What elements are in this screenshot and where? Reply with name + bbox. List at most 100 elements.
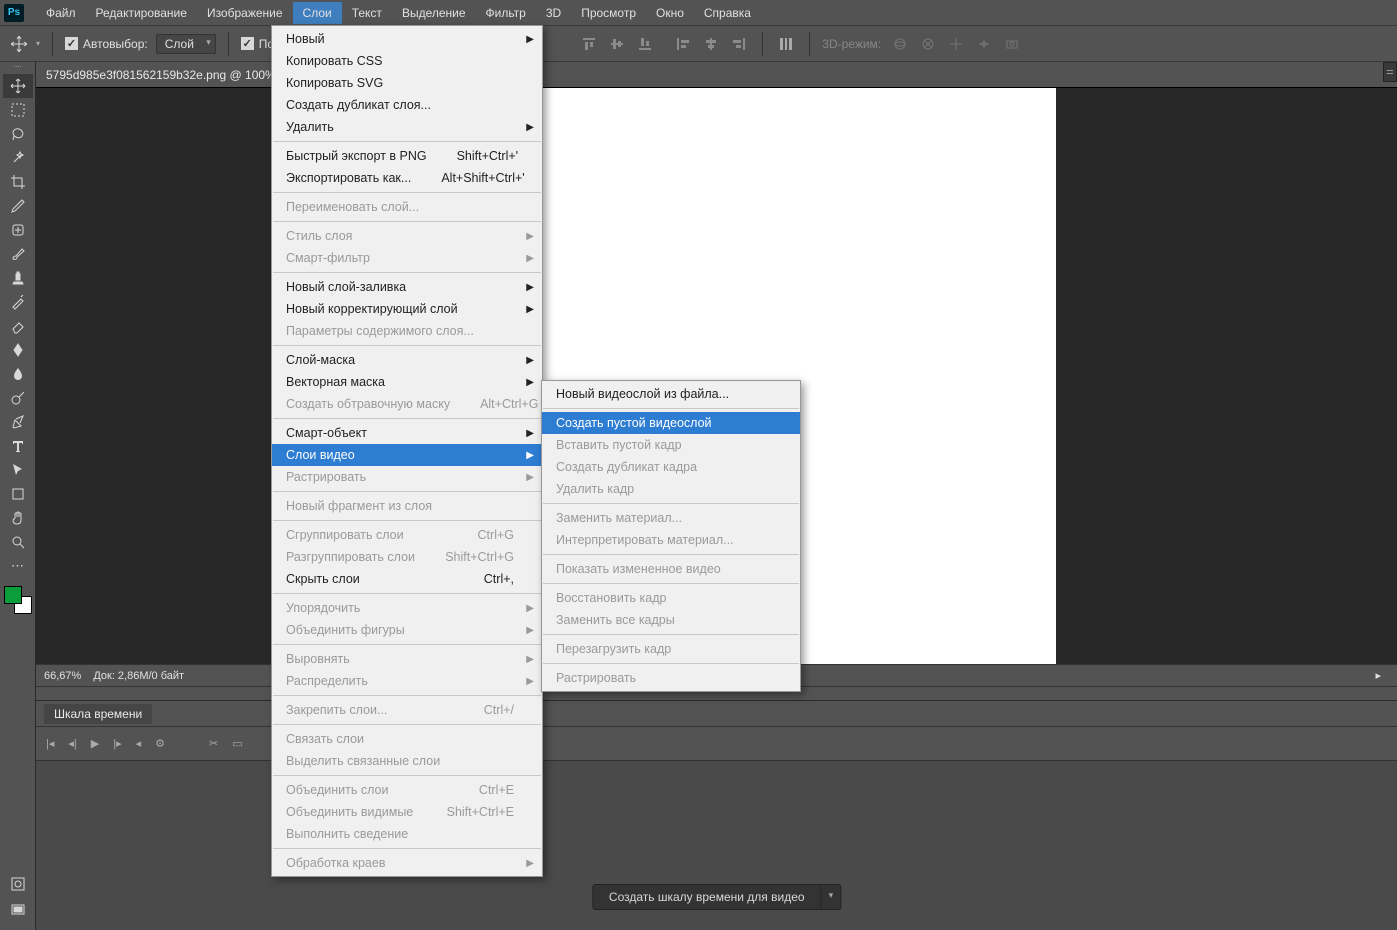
menu-просмотр[interactable]: Просмотр [571,2,646,24]
separator [52,32,53,56]
menu-item[interactable]: Быстрый экспорт в PNGShift+Ctrl+' [272,145,542,167]
marquee-tool[interactable] [3,98,33,122]
submenu-arrow-icon: ▶ [526,122,534,133]
menu-изображение[interactable]: Изображение [197,2,293,24]
menu-item[interactable]: Новый видеослой из файла... [542,383,800,405]
move-tool-icon[interactable] [8,33,30,55]
menu-item[interactable]: Удалить▶ [272,116,542,138]
transition-icon[interactable]: ▭ [232,737,242,750]
menu-редактирование[interactable]: Редактирование [86,2,197,24]
document-tab[interactable]: 5795d985e3f081562159b32e.png @ 100% (R [36,62,1397,88]
menu-item[interactable]: Новый корректирующий слой▶ [272,298,542,320]
menu-item[interactable]: Слои видео▶ [272,444,542,466]
crop-tool[interactable] [3,170,33,194]
path-select-tool[interactable] [3,458,33,482]
menu-item[interactable]: Слой-маска▶ [272,349,542,371]
type-tool[interactable] [3,434,33,458]
play-icon[interactable]: ▶ [91,737,99,750]
menu-item[interactable]: Смарт-объект▶ [272,422,542,444]
menu-item[interactable]: Создать дубликат слоя... [272,94,542,116]
autoselect-dropdown[interactable]: Слой [156,34,216,54]
menu-item[interactable]: Новый слой-заливка▶ [272,276,542,298]
timeline-tab[interactable]: Шкала времени [44,704,152,724]
threed-orbit-icon[interactable] [889,33,911,55]
app-logo: Ps [4,4,24,22]
screenmode-tool[interactable] [3,898,33,922]
autoselect-checkbox[interactable]: ✓ [65,37,78,50]
align-left-icon[interactable] [672,33,694,55]
align-bottom-icon[interactable] [634,33,656,55]
right-dock-collapsed[interactable] [1383,62,1397,82]
align-top-icon[interactable] [578,33,600,55]
menu-item[interactable]: Копировать CSS [272,50,542,72]
menu-файл[interactable]: Файл [36,2,86,24]
edit-toolbar-icon[interactable]: ⋯ [3,554,33,578]
color-swatches[interactable] [4,586,32,614]
panel-grip-icon[interactable] [0,66,35,72]
eyedropper-tool[interactable] [3,194,33,218]
pen-tool[interactable] [3,410,33,434]
timeline-options-icon[interactable]: ⚙ [155,737,165,750]
gradient-tool[interactable] [3,338,33,362]
blur-tool[interactable] [3,362,33,386]
quickmask-tool[interactable] [3,872,33,896]
menu-item[interactable]: Скрыть слоиCtrl+, [272,568,542,590]
create-video-timeline-chevron-icon[interactable]: ▾ [822,884,842,910]
goto-first-frame-icon[interactable]: |◂ [46,737,54,750]
menu-item[interactable]: Копировать SVG [272,72,542,94]
menu-item-label: Скрыть слои [286,572,360,586]
menu-item[interactable]: Новый▶ [272,28,542,50]
hand-tool[interactable] [3,506,33,530]
brush-tool[interactable] [3,242,33,266]
foreground-color-swatch[interactable] [4,586,22,604]
create-video-timeline-button[interactable]: Создать шкалу времени для видео [592,884,822,910]
tools-panel: ⋯ [0,62,36,930]
menu-3d[interactable]: 3D [536,2,571,24]
lasso-tool[interactable] [3,122,33,146]
timeline-track-area[interactable]: Создать шкалу времени для видео ▾ [36,761,1397,930]
mute-icon[interactable]: ◂ [136,737,142,750]
menu-фильтр[interactable]: Фильтр [476,2,536,24]
menu-item[interactable]: Экспортировать как...Alt+Shift+Ctrl+' [272,167,542,189]
menu-item-label: Упорядочить [286,601,360,615]
clone-stamp-tool[interactable] [3,266,33,290]
threed-zoom-icon[interactable] [1001,33,1023,55]
next-frame-icon[interactable]: |▸ [113,737,121,750]
status-arrow-icon[interactable]: ▸ [1375,669,1381,682]
threed-pan-icon[interactable] [945,33,967,55]
menu-item: Объединить слоиCtrl+E [272,779,542,801]
distribute-icon[interactable] [775,33,797,55]
dodge-tool[interactable] [3,386,33,410]
eraser-tool[interactable] [3,314,33,338]
zoom-tool[interactable] [3,530,33,554]
menu-item-label: Векторная маска [286,375,385,389]
magic-wand-tool[interactable] [3,146,33,170]
threed-roll-icon[interactable] [917,33,939,55]
history-brush-tool[interactable] [3,290,33,314]
menu-справка[interactable]: Справка [694,2,761,24]
prev-frame-icon[interactable]: ◂| [68,737,76,750]
zoom-level[interactable]: 66,67% [44,670,81,682]
menu-item[interactable]: Векторная маска▶ [272,371,542,393]
menu-выделение[interactable]: Выделение [392,2,476,24]
menu-item[interactable]: Создать пустой видеослой [542,412,800,434]
menu-separator [273,644,541,645]
align-hcenter-icon[interactable] [700,33,722,55]
menu-окно[interactable]: Окно [646,2,694,24]
align-right-icon[interactable] [728,33,750,55]
menu-item-label: Копировать CSS [286,54,382,68]
align-vcenter-icon[interactable] [606,33,628,55]
menu-слои[interactable]: Слои [293,2,342,24]
threed-slide-icon[interactable] [973,33,995,55]
cut-icon[interactable]: ✂ [209,737,218,750]
shape-tool[interactable] [3,482,33,506]
move-tool[interactable] [3,74,33,98]
show-transform-checkbox[interactable]: ✓ [241,37,254,50]
menu-item: Закрепить слои...Ctrl+/ [272,699,542,721]
healing-brush-tool[interactable] [3,218,33,242]
tool-options-chevron-icon[interactable]: ▾ [36,39,40,48]
menu-item-label: Сгруппировать слои [286,528,404,542]
separator [809,32,810,56]
menu-item: Заменить материал... [542,507,800,529]
menu-текст[interactable]: Текст [342,2,392,24]
